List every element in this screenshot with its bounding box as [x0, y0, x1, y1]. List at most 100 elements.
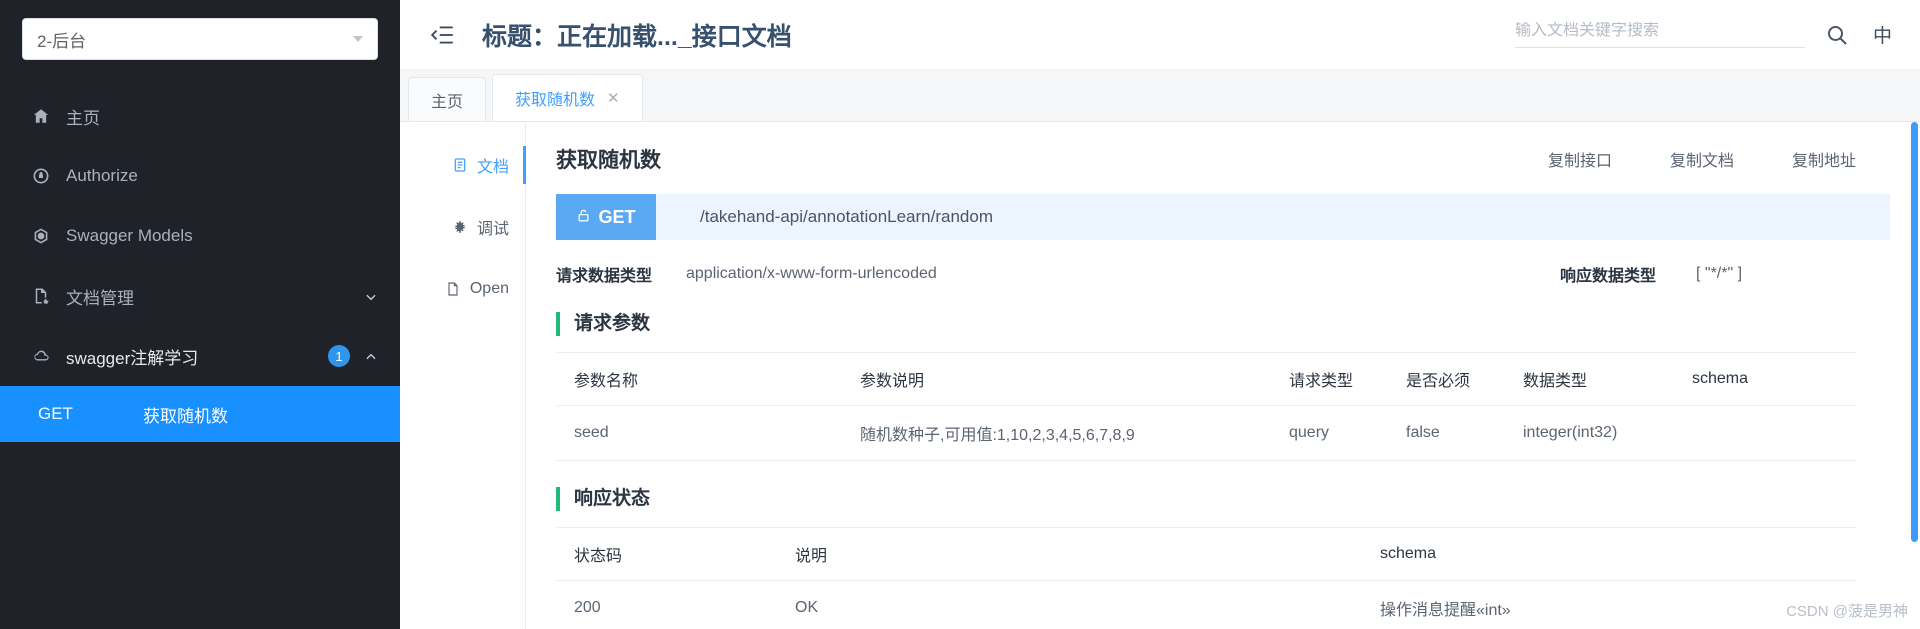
app-root: 2-后台 主页 Authorize Swagger Models 文档管理 sw… — [0, 0, 1920, 629]
params-table-header-row: 参数名称 参数说明 请求类型 是否必须 数据类型 schema — [556, 351, 1856, 406]
status-desc: OK — [777, 580, 1362, 629]
status-section-title: 响应状态 — [556, 486, 1890, 511]
api-url-text: /takehand-api/annotationLearn/random — [700, 207, 993, 226]
sidebar-badge-count: 1 — [328, 345, 350, 367]
topbar-right: 中 — [1514, 21, 1896, 48]
document-icon — [452, 157, 468, 173]
language-toggle-button[interactable]: 中 — [1869, 21, 1896, 48]
document-settings-icon — [30, 285, 52, 307]
copy-document-button[interactable]: 复制文档 — [1670, 147, 1734, 171]
body-area: 文档 调试 Open 获取随机数 复制接口 复制文档 复制地址 GET /tak… — [400, 122, 1920, 629]
status-code: 200 — [556, 580, 777, 629]
copy-interface-button[interactable]: 复制接口 — [1548, 147, 1612, 171]
params-col-schema: schema — [1674, 351, 1856, 406]
method-badge: GET — [556, 194, 656, 240]
params-col-name: 参数名称 — [556, 351, 842, 406]
models-icon — [30, 225, 52, 247]
table-row: seed 随机数种子,可用值:1,10,2,3,4,5,6,7,8,9 quer… — [556, 405, 1856, 461]
status-col-schema: schema — [1362, 526, 1856, 581]
sidebar-item-authorize[interactable]: Authorize — [0, 146, 400, 206]
tab-get-random[interactable]: 获取随机数 ✕ — [492, 74, 643, 121]
home-icon — [30, 105, 52, 127]
content-scrollbar[interactable] — [1911, 122, 1918, 629]
tab-get-random-label: 获取随机数 — [515, 92, 596, 109]
unlock-icon — [576, 207, 591, 228]
tab-debug[interactable]: 调试 — [400, 196, 525, 258]
bug-icon — [452, 219, 468, 235]
api-meta-row: 请求数据类型 application/x-www-form-urlencoded… — [556, 262, 1890, 286]
params-col-required: 是否必须 — [1388, 351, 1505, 406]
copy-address-button[interactable]: 复制地址 — [1792, 147, 1856, 171]
main-area: 标题：正在加载..._接口文档 中 主页 获取随机数 ✕ — [400, 0, 1920, 629]
tab-bar: 主页 获取随机数 ✕ — [400, 70, 1920, 122]
sidebar-item-swagger-annotation-right: 1 — [328, 345, 378, 367]
tab-open[interactable]: Open — [400, 258, 525, 320]
scrollbar-thumb[interactable] — [1911, 122, 1918, 542]
params-table: 参数名称 参数说明 请求类型 是否必须 数据类型 schema seed 随机数… — [556, 351, 1856, 461]
tab-home[interactable]: 主页 — [408, 77, 487, 121]
sidebar-item-label-swagger-models: Swagger Models — [66, 226, 193, 245]
sidebar-api-method: GET — [38, 404, 73, 423]
sidebar-item-doc-manage-right — [364, 289, 378, 303]
close-icon[interactable]: ✕ — [607, 89, 620, 107]
sidebar-api-item-random[interactable]: GET 获取随机数 — [0, 386, 400, 442]
request-type-label: 请求数据类型 — [556, 268, 653, 285]
sidebar-item-doc-manage[interactable]: 文档管理 — [0, 266, 400, 326]
vertical-tabs: 文档 调试 Open — [400, 122, 526, 629]
param-required: false — [1388, 405, 1505, 461]
params-col-in: 请求类型 — [1271, 351, 1388, 406]
params-col-desc: 参数说明 — [842, 351, 1271, 406]
param-schema — [1674, 405, 1856, 461]
status-col-code: 状态码 — [556, 526, 777, 581]
api-content-header: 获取随机数 复制接口 复制文档 复制地址 — [556, 144, 1890, 174]
search-icon[interactable] — [1825, 23, 1849, 47]
tab-home-label: 主页 — [431, 93, 464, 111]
tab-debug-label: 调试 — [476, 221, 509, 238]
request-type-value: application/x-www-form-urlencoded — [686, 265, 937, 282]
sidebar-item-label-swagger-annotation: swagger注解学习 — [66, 348, 199, 368]
project-select[interactable]: 2-后台 — [22, 18, 378, 60]
sidebar-api-name: 获取随机数 — [143, 406, 228, 426]
sidebar: 2-后台 主页 Authorize Swagger Models 文档管理 sw… — [0, 0, 400, 629]
param-desc: 随机数种子,可用值:1,10,2,3,4,5,6,7,8,9 — [842, 405, 1271, 461]
sidebar-item-swagger-annotation[interactable]: swagger注解学习 1 — [0, 326, 400, 386]
response-type-value: [ "*/*" ] — [1696, 265, 1743, 282]
sidebar-nav: 主页 Authorize Swagger Models 文档管理 swagger… — [0, 86, 400, 442]
topbar: 标题：正在加载..._接口文档 中 — [400, 0, 1920, 70]
copy-actions: 复制接口 复制文档 复制地址 — [1548, 147, 1890, 171]
chevron-up-icon[interactable] — [364, 349, 378, 363]
method-badge-label: GET — [598, 206, 636, 227]
chevron-down-icon — [364, 289, 378, 303]
response-type-label: 响应数据类型 — [1559, 268, 1656, 285]
status-col-desc: 说明 — [777, 526, 1362, 581]
api-url-row: GET /takehand-api/annotationLearn/random — [556, 194, 1890, 240]
params-col-type: 数据类型 — [1505, 351, 1674, 406]
sidebar-item-label-doc-manage: 文档管理 — [66, 288, 134, 308]
sidebar-item-home[interactable]: 主页 — [0, 86, 400, 146]
lock-icon — [30, 165, 52, 187]
status-schema: 操作消息提醒«int» — [1362, 580, 1856, 629]
sidebar-item-swagger-models[interactable]: Swagger Models — [0, 206, 400, 266]
param-type: integer(int32) — [1505, 405, 1674, 461]
param-name: seed — [556, 405, 842, 461]
sidebar-item-label-home: 主页 — [66, 108, 100, 128]
status-table-header-row: 状态码 说明 schema — [556, 526, 1856, 581]
cloud-api-icon — [30, 345, 52, 367]
file-icon — [445, 281, 461, 297]
search-input[interactable] — [1514, 21, 1805, 40]
collapse-menu-icon[interactable] — [430, 22, 456, 48]
status-table: 状态码 说明 schema 200 OK 操作消息提醒«int» 401 — [556, 526, 1856, 629]
tab-open-label: Open — [469, 280, 509, 297]
tab-document-label: 文档 — [476, 159, 509, 176]
chevron-down-icon — [353, 36, 363, 42]
project-select-value: 2-后台 — [37, 31, 87, 51]
param-in[interactable]: query — [1271, 405, 1388, 461]
search-box[interactable] — [1514, 21, 1805, 48]
tab-document[interactable]: 文档 — [400, 134, 526, 196]
api-title: 获取随机数 — [556, 149, 661, 172]
table-row: 200 OK 操作消息提醒«int» — [556, 580, 1856, 629]
page-title: 标题：正在加载..._接口文档 — [482, 22, 792, 51]
sidebar-item-label-authorize: Authorize — [66, 166, 138, 185]
api-content: 获取随机数 复制接口 复制文档 复制地址 GET /takehand-api/a… — [526, 122, 1920, 629]
params-section-title: 请求参数 — [556, 312, 1890, 336]
